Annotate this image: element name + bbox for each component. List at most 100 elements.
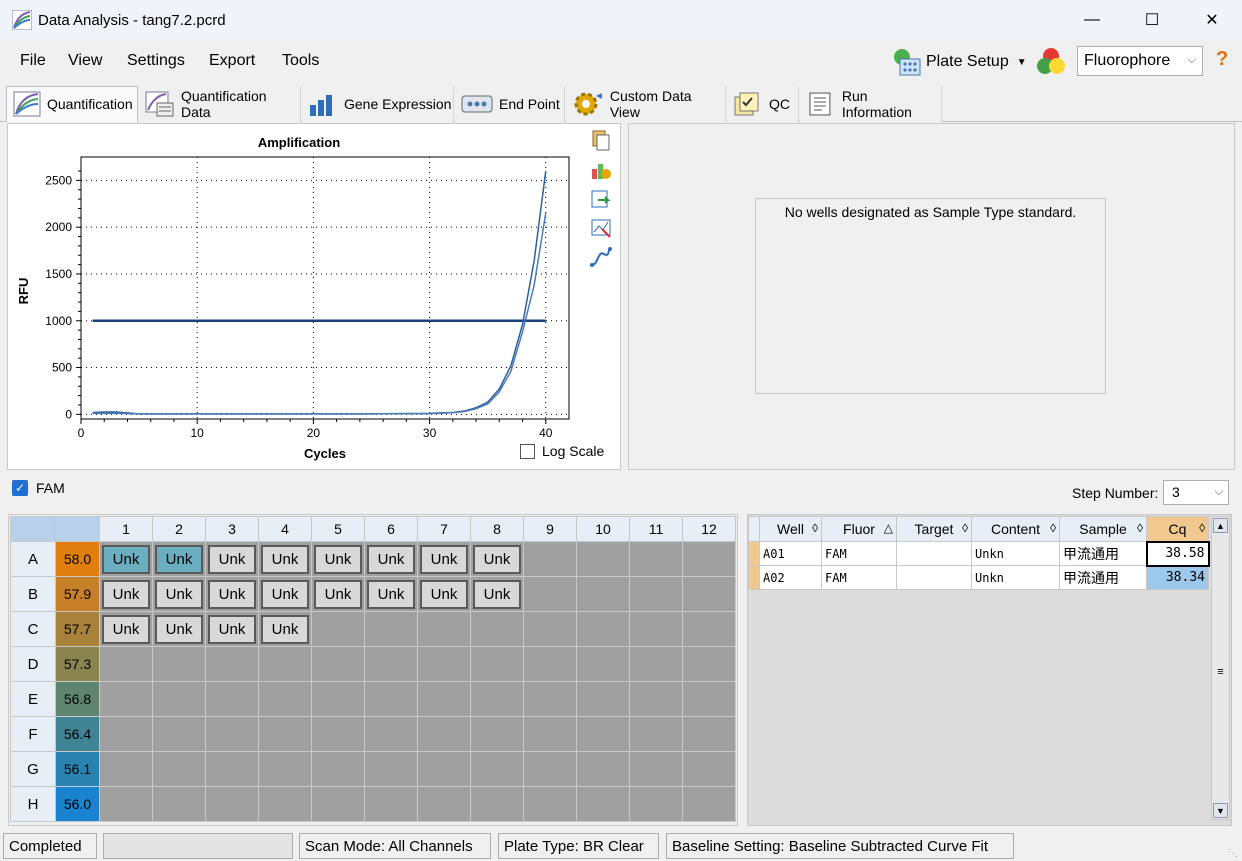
plate-well[interactable]: Unk bbox=[417, 541, 471, 577]
plate-well-empty[interactable] bbox=[417, 751, 471, 787]
fam-checkbox[interactable]: ✓ bbox=[12, 480, 28, 496]
col-cq-header[interactable]: Cq ◊ bbox=[1146, 516, 1209, 542]
plate-well-empty[interactable] bbox=[205, 681, 259, 717]
copy-icon[interactable] bbox=[590, 130, 612, 152]
menu-view[interactable]: View bbox=[68, 52, 102, 70]
plate-well-empty[interactable] bbox=[205, 786, 259, 822]
plate-well-empty[interactable] bbox=[99, 681, 153, 717]
plate-well-empty[interactable] bbox=[629, 611, 683, 647]
table-row[interactable]: A02 FAM Unkn 甲流通用 38.34 bbox=[748, 565, 1209, 590]
plate-well-empty[interactable] bbox=[417, 681, 471, 717]
plate-well-empty[interactable] bbox=[311, 751, 365, 787]
plate-well-empty[interactable] bbox=[258, 786, 312, 822]
plate-well[interactable]: Unk bbox=[152, 576, 206, 612]
plate-well-empty[interactable] bbox=[523, 541, 577, 577]
tab-gene-expression[interactable]: Gene Expression bbox=[302, 86, 454, 122]
plate-row-header[interactable]: D bbox=[10, 646, 56, 682]
plate-col-header[interactable]: 5 bbox=[311, 516, 365, 542]
close-button[interactable]: ✕ bbox=[1182, 0, 1242, 40]
plate-well-empty[interactable] bbox=[152, 751, 206, 787]
plate-well[interactable]: Unk bbox=[470, 576, 524, 612]
plate-well[interactable]: Unk bbox=[311, 576, 365, 612]
plate-well-empty[interactable] bbox=[682, 611, 736, 647]
col-target-header[interactable]: Target ◊ bbox=[896, 516, 972, 542]
plate-col-header[interactable]: 9 bbox=[523, 516, 577, 542]
plate-well-empty[interactable] bbox=[470, 611, 524, 647]
scroll-down-icon[interactable]: ▼ bbox=[1213, 803, 1228, 818]
cell-target[interactable] bbox=[896, 541, 972, 566]
plate-well[interactable]: Unk bbox=[258, 541, 312, 577]
plate-well-empty[interactable] bbox=[576, 786, 630, 822]
plate-well[interactable]: Unk bbox=[205, 611, 259, 647]
help-icon[interactable]: ? bbox=[1216, 48, 1228, 71]
plate-well[interactable]: Unk bbox=[205, 541, 259, 577]
plate-well-empty[interactable] bbox=[629, 681, 683, 717]
plate-well-empty[interactable] bbox=[523, 576, 577, 612]
plate-col-header[interactable]: 10 bbox=[576, 516, 630, 542]
cell-content[interactable]: Unkn bbox=[971, 541, 1060, 566]
plate-well-empty[interactable] bbox=[576, 751, 630, 787]
plate-well-empty[interactable] bbox=[682, 541, 736, 577]
cell-well[interactable]: A02 bbox=[759, 565, 822, 590]
plate-well-empty[interactable] bbox=[682, 751, 736, 787]
curve-icon[interactable] bbox=[590, 246, 612, 268]
zoom-chart-icon[interactable] bbox=[590, 217, 612, 239]
plate-well[interactable]: Unk bbox=[311, 541, 365, 577]
menu-settings[interactable]: Settings bbox=[127, 52, 185, 70]
plate-well-empty[interactable] bbox=[152, 786, 206, 822]
resize-grip-icon[interactable]: ⋱ bbox=[1228, 848, 1238, 859]
plate-well-empty[interactable] bbox=[311, 611, 365, 647]
tab-quantification-data[interactable]: Quantification Data bbox=[139, 86, 301, 122]
plate-well-empty[interactable] bbox=[417, 786, 471, 822]
plate-well-empty[interactable] bbox=[364, 786, 418, 822]
well-group-icon[interactable] bbox=[1034, 44, 1068, 78]
step-number-select[interactable]: 3 ⌵ bbox=[1163, 480, 1229, 505]
table-row[interactable]: A01 FAM Unkn 甲流通用 38.58 bbox=[748, 540, 1210, 567]
plate-well[interactable]: Unk bbox=[99, 576, 153, 612]
plate-well-empty[interactable] bbox=[417, 646, 471, 682]
plate-well-empty[interactable] bbox=[364, 646, 418, 682]
plate-row-header[interactable]: H bbox=[10, 786, 56, 822]
cell-sample[interactable]: 甲流通用 bbox=[1059, 565, 1147, 590]
plate-well-empty[interactable] bbox=[311, 786, 365, 822]
plate-well[interactable]: Unk bbox=[364, 541, 418, 577]
plate-well-empty[interactable] bbox=[258, 646, 312, 682]
plate-col-header[interactable]: 2 bbox=[152, 516, 206, 542]
cell-cq[interactable]: 38.34 bbox=[1146, 565, 1209, 590]
plate-well-empty[interactable] bbox=[523, 716, 577, 752]
plate-well-empty[interactable] bbox=[364, 611, 418, 647]
plate-well-empty[interactable] bbox=[470, 751, 524, 787]
export-chart-icon[interactable] bbox=[590, 188, 612, 210]
plate-well-empty[interactable] bbox=[364, 751, 418, 787]
plate-well-empty[interactable] bbox=[417, 716, 471, 752]
plate-setup-button[interactable]: Plate Setup ▼ bbox=[890, 46, 1027, 78]
cell-fluor[interactable]: FAM bbox=[821, 541, 897, 566]
log-scale-checkbox[interactable]: Log Scale bbox=[520, 443, 604, 459]
plate-well-empty[interactable] bbox=[152, 646, 206, 682]
cell-content[interactable]: Unkn bbox=[971, 565, 1060, 590]
cell-cq[interactable]: 38.58 bbox=[1145, 540, 1210, 567]
plate-well-empty[interactable] bbox=[523, 611, 577, 647]
plate-well-empty[interactable] bbox=[311, 681, 365, 717]
cell-well[interactable]: A01 bbox=[759, 541, 822, 566]
plate-well-empty[interactable] bbox=[99, 786, 153, 822]
plate-well-empty[interactable] bbox=[470, 716, 524, 752]
plate-well-empty[interactable] bbox=[311, 716, 365, 752]
plate-well-empty[interactable] bbox=[152, 681, 206, 717]
plate-row-header[interactable]: F bbox=[10, 716, 56, 752]
plate-well-empty[interactable] bbox=[629, 751, 683, 787]
plate-well-empty[interactable] bbox=[523, 751, 577, 787]
plate-well-empty[interactable] bbox=[99, 646, 153, 682]
plate-well-empty[interactable] bbox=[258, 751, 312, 787]
fluor-select[interactable]: Fluorophore ⌵ bbox=[1077, 46, 1203, 76]
plate-well-empty[interactable] bbox=[205, 716, 259, 752]
plate-corner[interactable] bbox=[10, 516, 56, 542]
menu-tools[interactable]: Tools bbox=[282, 52, 319, 70]
plate-well-empty[interactable] bbox=[682, 786, 736, 822]
col-sample-header[interactable]: Sample ◊ bbox=[1059, 516, 1147, 542]
results-scrollbar[interactable]: ▲ ≡ ▼ bbox=[1211, 516, 1230, 820]
plate-well-empty[interactable] bbox=[576, 541, 630, 577]
plate-well-empty[interactable] bbox=[576, 716, 630, 752]
plate-well-empty[interactable] bbox=[629, 576, 683, 612]
plate-well-empty[interactable] bbox=[205, 751, 259, 787]
